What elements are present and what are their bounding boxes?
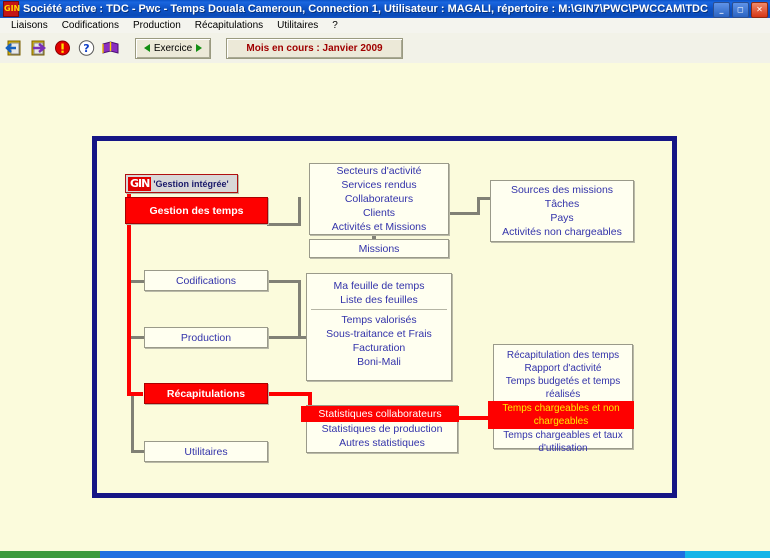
connector-sources-stub <box>477 197 491 200</box>
node-recapitulations[interactable]: Récapitulations <box>144 383 268 404</box>
menu-item-codifications[interactable]: Codifications <box>55 20 126 31</box>
node-recapitulations-label: Récapitulations <box>166 387 246 400</box>
toolbar: ? Exercice Mois en cours : Janvier 2009 <box>0 33 770 64</box>
system-tray[interactable] <box>685 551 770 558</box>
connector-prod-run-v <box>298 280 301 339</box>
group-item-stats-collaborateurs[interactable]: Statistiques collaborateurs <box>301 406 459 422</box>
alert-icon[interactable] <box>53 39 72 57</box>
group-item-temps-chargeables-taux[interactable]: Temps chargeables et taux d'utilisation <box>498 429 628 455</box>
menu-bar: Liaisons Codifications Production Récapi… <box>0 18 770 34</box>
node-production-label: Production <box>180 331 232 344</box>
window-title-bar: GIN Société active : TDC - Pwc - Temps D… <box>0 0 770 18</box>
connector-gdt-to-codif-group <box>267 223 301 226</box>
taskbar <box>0 551 770 558</box>
group-item-temps-chargeables-non-chargeables[interactable]: Temps chargeables et non chargeables <box>488 401 634 429</box>
logo-text: 'Gestion intégrée' <box>153 178 229 189</box>
group-item-liste-feuilles[interactable]: Liste des feuilles <box>311 293 447 307</box>
exercise-label: Exercice <box>153 42 193 54</box>
group-item-autres-stats[interactable]: Autres statistiques <box>311 436 453 450</box>
node-logo: GIN 'Gestion intégrée' <box>125 174 238 193</box>
book-icon[interactable] <box>101 39 120 57</box>
node-gestion-des-temps-label: Gestion des temps <box>149 204 244 217</box>
return-door-icon[interactable] <box>29 39 48 57</box>
node-utilitaires-label: Utilitaires <box>184 445 228 458</box>
group-item-clients[interactable]: Clients <box>314 206 444 220</box>
node-utilitaires[interactable]: Utilitaires <box>144 441 268 462</box>
maximize-button[interactable]: ◻ <box>732 2 749 18</box>
svg-text:?: ? <box>83 42 89 55</box>
minimize-button[interactable]: _ <box>713 2 730 18</box>
group-item-ma-feuille[interactable]: Ma feuille de temps <box>311 279 447 293</box>
group-item-activites-non-chargeables[interactable]: Activités non chargeables <box>495 225 629 239</box>
start-button[interactable] <box>0 551 100 558</box>
node-production-group[interactable]: Ma feuille de temps Liste des feuilles T… <box>306 273 452 381</box>
group-item-activites-missions[interactable]: Activités et Missions <box>314 220 444 234</box>
group-item-stats-production[interactable]: Statistiques de production <box>311 422 453 436</box>
node-gestion-des-temps[interactable]: Gestion des temps <box>125 197 268 224</box>
group-item-rapport-activite[interactable]: Rapport d'activité <box>498 362 628 375</box>
group-item-sous-traitance[interactable]: Sous-traitance et Frais <box>311 327 447 341</box>
window-controls: _ ◻ ✕ <box>713 2 768 18</box>
node-missions-label: Missions <box>358 242 400 255</box>
menu-item-recapitulations[interactable]: Récapitulations <box>188 20 270 31</box>
menu-item-utilitaires[interactable]: Utilitaires <box>270 20 325 31</box>
connector-codif-to-sources-h <box>448 212 480 215</box>
node-recapitulation-group[interactable]: Récapitulation des temps Rapport d'activ… <box>488 344 634 454</box>
connector-gdt-to-codif-group-v <box>298 197 301 226</box>
help-icon[interactable]: ? <box>77 39 96 57</box>
previous-arrow-icon[interactable] <box>143 44 150 52</box>
connector-codifications-stub <box>131 280 145 283</box>
group-item-temps-valorises[interactable]: Temps valorisés <box>311 309 447 327</box>
connector-red-recap-out <box>265 392 312 396</box>
navigation-diagram: GIN 'Gestion intégrée' Gestion des temps… <box>92 136 677 498</box>
current-month-label: Mois en cours : Janvier 2009 <box>246 42 383 54</box>
node-codifications-label: Codifications <box>175 274 237 287</box>
group-item-recap-temps[interactable]: Récapitulation des temps <box>498 349 628 362</box>
node-codifications-group[interactable]: Secteurs d'activité Services rendus Coll… <box>309 163 449 235</box>
group-item-temps-budgetes[interactable]: Temps budgetés et temps réalisés <box>498 375 628 401</box>
group-item-facturation[interactable]: Facturation <box>311 341 447 355</box>
exercise-button[interactable]: Exercice <box>135 37 211 59</box>
exit-door-icon[interactable] <box>5 39 24 57</box>
app-icon: GIN <box>3 1 20 17</box>
node-codifications[interactable]: Codifications <box>144 270 268 291</box>
node-production[interactable]: Production <box>144 327 268 348</box>
connector-spine-lower <box>131 393 134 453</box>
next-arrow-icon[interactable] <box>196 44 203 52</box>
menu-item-liaisons[interactable]: Liaisons <box>4 20 55 31</box>
connector-codif-run <box>267 280 301 283</box>
group-item-pays[interactable]: Pays <box>495 211 629 225</box>
node-missions[interactable]: Missions <box>309 239 449 258</box>
group-item-collaborateurs[interactable]: Collaborateurs <box>314 192 444 206</box>
group-item-secteurs[interactable]: Secteurs d'activité <box>314 164 444 178</box>
node-sources-group[interactable]: Sources des missions Tâches Pays Activit… <box>490 180 634 242</box>
current-month-display: Mois en cours : Janvier 2009 <box>226 37 403 59</box>
connector-production-stub <box>131 336 145 339</box>
connector-red-recap-stub <box>127 392 143 396</box>
window-title: Société active : TDC - Pwc - Temps Doual… <box>23 3 708 15</box>
diagram-canvas: GIN 'Gestion intégrée' Gestion des temps… <box>97 141 662 483</box>
menu-item-production[interactable]: Production <box>126 20 188 31</box>
group-item-boni-mali[interactable]: Boni-Mali <box>311 355 447 369</box>
group-item-sources-missions[interactable]: Sources des missions <box>495 183 629 197</box>
group-item-taches[interactable]: Tâches <box>495 197 629 211</box>
group-item-services[interactable]: Services rendus <box>314 178 444 192</box>
connector-utilitaires-stub <box>131 450 145 453</box>
menu-item-help[interactable]: ? <box>325 20 345 31</box>
close-button[interactable]: ✕ <box>751 2 768 18</box>
node-statistiques-group[interactable]: Statistiques collaborateurs Statistiques… <box>301 405 459 453</box>
client-area: GIN 'Gestion intégrée' Gestion des temps… <box>0 63 770 545</box>
connector-prod-group-stub <box>292 336 306 339</box>
logo-mark: GIN <box>128 176 152 191</box>
